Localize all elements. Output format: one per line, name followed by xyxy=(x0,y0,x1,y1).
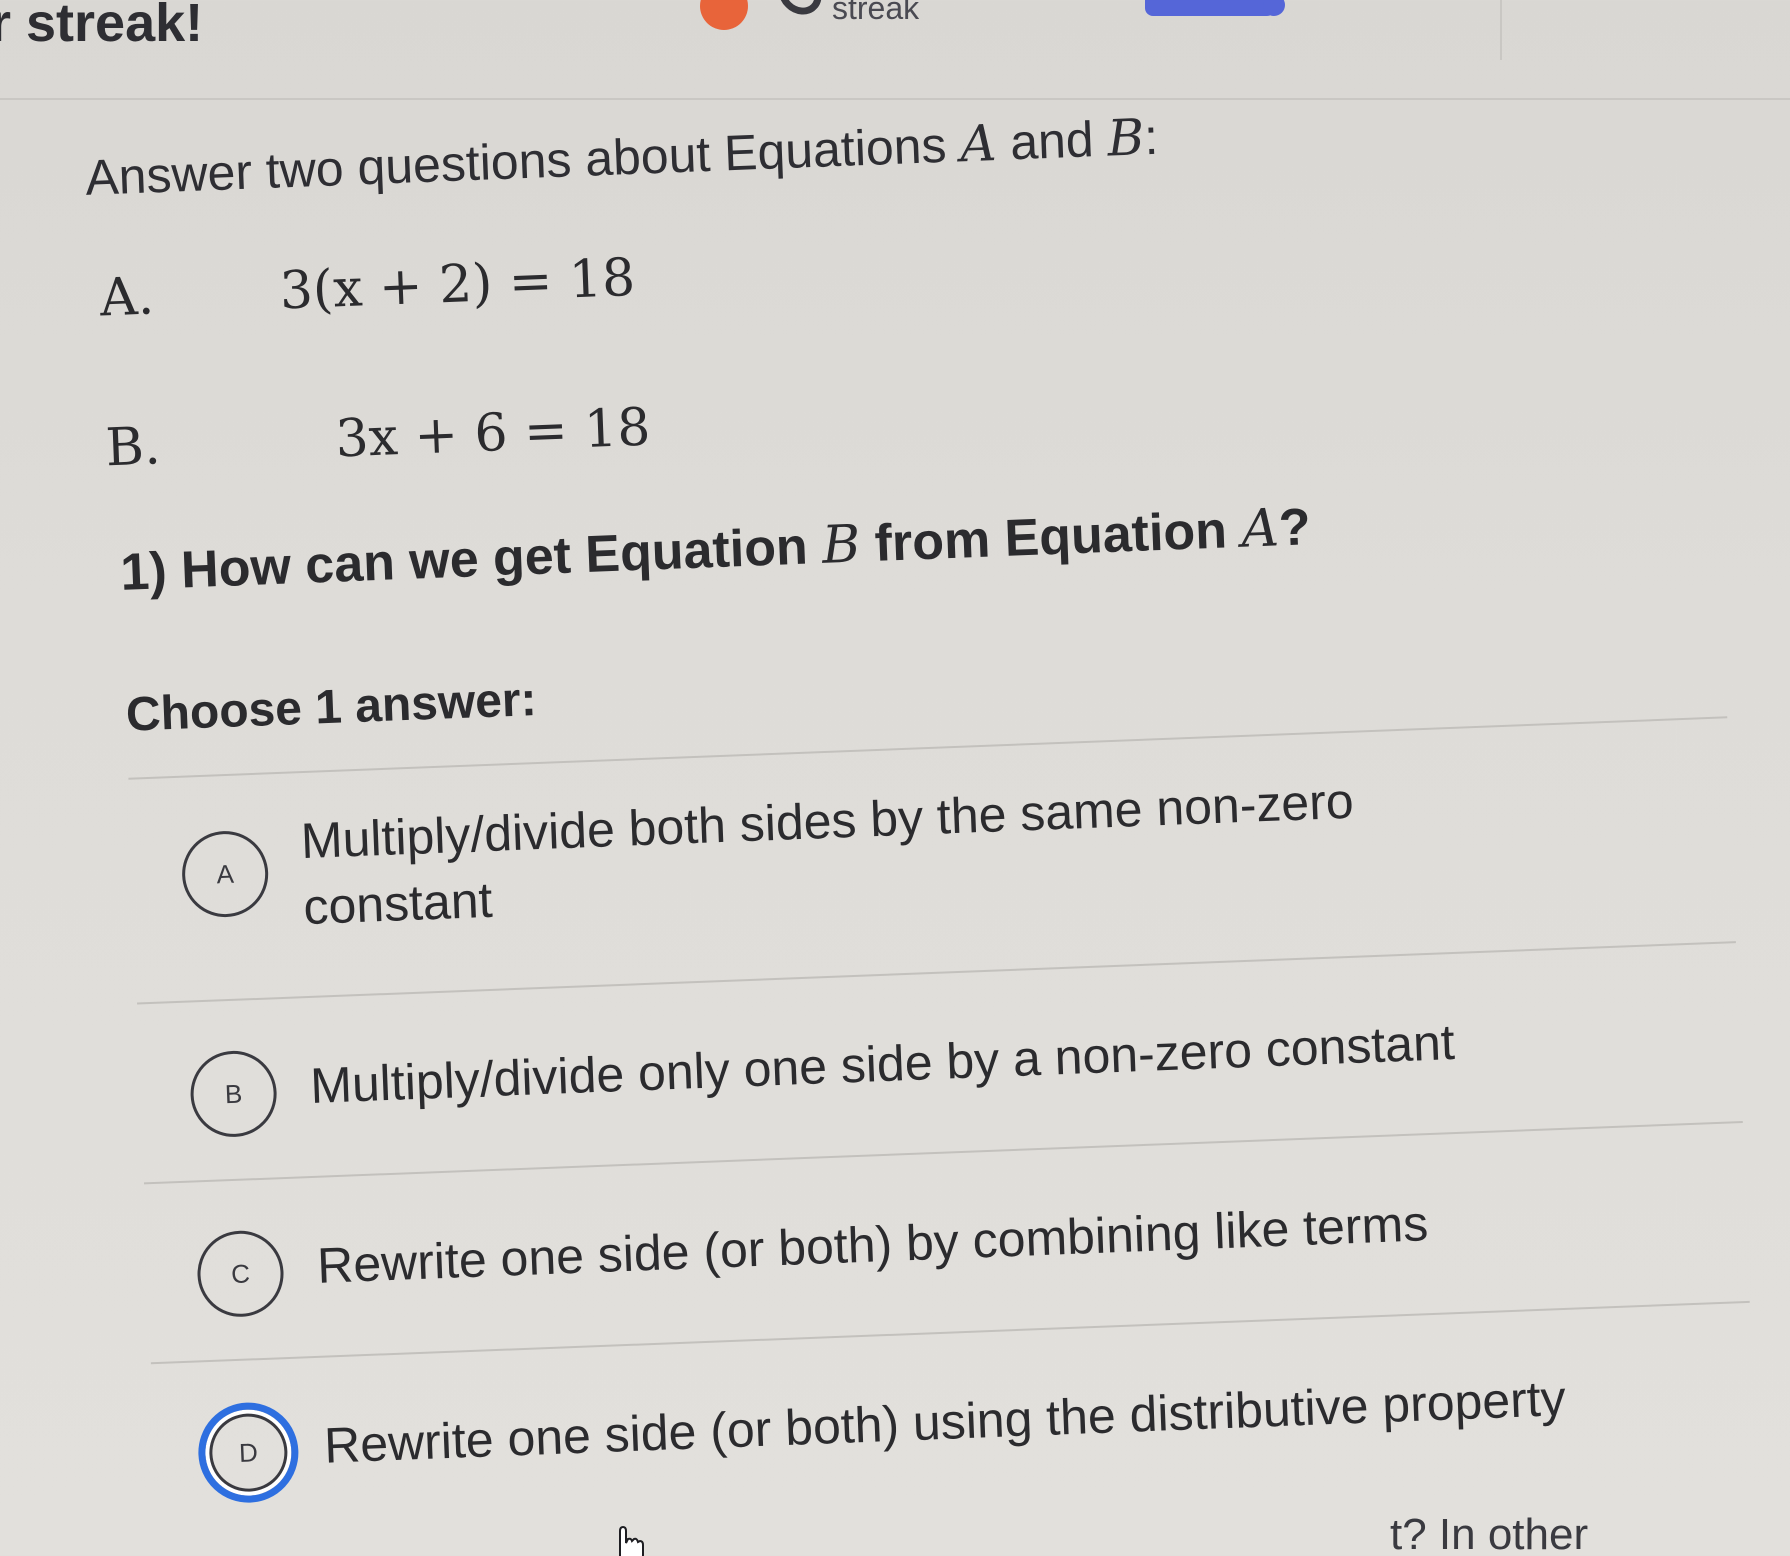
question-var-a: A xyxy=(1240,498,1281,560)
intro-var-a: A xyxy=(959,113,998,174)
choice-d-text: Rewrite one side (or both) using the dis… xyxy=(323,1370,1567,1474)
answer-choices: A Multiply/divide both sides by the same… xyxy=(128,716,1757,1543)
question-var-b: B xyxy=(820,514,862,576)
choice-d-radio[interactable]: D xyxy=(196,1400,301,1505)
equation-expression: 3(x + 2) = 18 xyxy=(278,247,637,322)
equation-label: A. xyxy=(98,266,156,329)
choose-label: Choose 1 answer: xyxy=(124,673,538,742)
question-middle: from Equation xyxy=(859,500,1243,574)
choice-a-radio[interactable]: A xyxy=(180,829,270,919)
choice-a-text: Multiply/divide both sides by the same n… xyxy=(300,768,1358,940)
intro-text-and: and xyxy=(995,110,1109,171)
intro-var-b: B xyxy=(1106,108,1146,168)
question-suffix: ? xyxy=(1277,498,1312,558)
choice-b-radio[interactable]: B xyxy=(188,1049,279,1139)
question-prefix: 1) How can we get Equation xyxy=(119,516,824,602)
choice-c-text: Rewrite one side (or both) by combining … xyxy=(316,1195,1430,1294)
intro-text: Answer two questions about Equations A a… xyxy=(84,108,1159,207)
choice-b-text: Multiply/divide only one side by a non-z… xyxy=(309,1014,1456,1114)
equation-label: B. xyxy=(104,416,162,479)
intro-text-after: : xyxy=(1143,108,1160,166)
hand-pointer-icon xyxy=(619,1525,644,1556)
partial-text: t? In other xyxy=(1390,1510,1589,1556)
exercise-content: Answer two questions about Equations A a… xyxy=(0,0,1790,1556)
question-text: 1) How can we get Equation B from Equati… xyxy=(119,497,1311,603)
intro-text-before: Answer two questions about Equations xyxy=(84,116,962,206)
equation-expression: 3x + 6 = 18 xyxy=(334,397,652,470)
choice-c-radio[interactable]: C xyxy=(195,1229,286,1319)
